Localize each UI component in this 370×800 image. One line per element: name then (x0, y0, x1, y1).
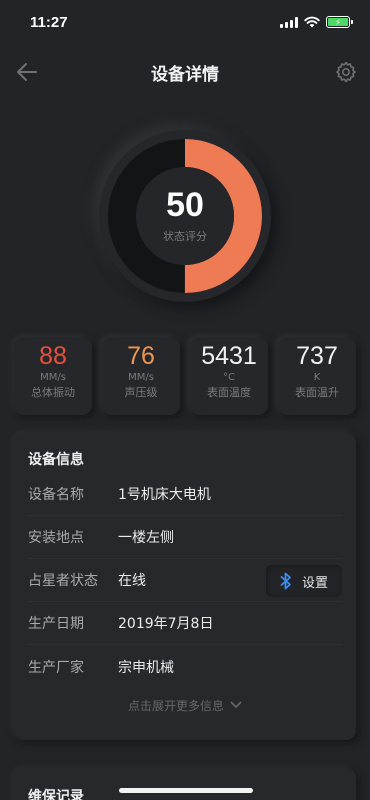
row-value: 宗申机械 (118, 659, 174, 676)
info-row-sensor-status: 占星者状态 在线 设置 (28, 559, 342, 602)
metric-value: 5431 (201, 342, 257, 370)
metric-value: 76 (127, 342, 155, 370)
status-score-gauge: 50 状态评分 (99, 130, 271, 302)
bluetooth-icon (280, 572, 291, 590)
status-icons: ⚡ (280, 16, 353, 28)
metric-vibration: 88 MM/s 总体振动 (14, 337, 92, 415)
row-value: 一楼左侧 (118, 530, 174, 546)
maintenance-record-card[interactable]: 维保记录 (14, 768, 356, 800)
chevron-down-icon (230, 701, 242, 708)
row-value: 1号机床大电机 (118, 487, 211, 503)
metrics-row: 88 MM/s 总体振动 76 MM/s 声压级 5431 °C 表面温度 73… (14, 337, 356, 415)
card-title: 设备信息 (28, 452, 84, 468)
gear-icon[interactable] (334, 60, 358, 84)
metric-label: 声压级 (124, 386, 158, 399)
metric-value: 737 (296, 342, 338, 370)
status-time: 11:27 (30, 13, 68, 31)
gauge-center: 50 状态评分 (147, 178, 223, 254)
metric-unit: K (313, 372, 321, 383)
metric-unit: MM/s (128, 372, 154, 383)
metric-label: 总体振动 (31, 386, 75, 399)
row-label: 生产厂家 (28, 659, 84, 676)
metric-unit: °C (223, 372, 235, 383)
bluetooth-button-label: 设置 (301, 575, 328, 591)
wifi-icon (304, 16, 320, 28)
metric-unit: MM/s (40, 372, 66, 383)
score-value: 50 (166, 186, 204, 224)
cellular-signal-icon (280, 16, 298, 28)
info-row-install-location: 安装地点 一楼左侧 (28, 516, 342, 559)
expand-more-info-label: 点击展开更多信息 (127, 698, 224, 713)
metric-surface-temperature: 5431 °C 表面温度 (190, 337, 268, 415)
metric-temperature-rise: 737 K 表面温升 (278, 337, 356, 415)
navigation-bar: 设备详情 (0, 52, 370, 92)
battery-charging-icon: ⚡ (326, 16, 353, 28)
row-label: 生产日期 (28, 616, 84, 632)
metric-label: 表面温度 (207, 386, 251, 399)
metric-value: 88 (39, 342, 67, 370)
score-label: 状态评分 (163, 230, 207, 243)
expand-more-info-button[interactable]: 点击展开更多信息 (28, 690, 342, 720)
info-row-device-name: 设备名称 1号机床大电机 (28, 473, 342, 516)
row-value: 2019年7月8日 (118, 616, 214, 632)
metric-label: 表面温升 (295, 386, 339, 399)
info-row-production-date: 生产日期 2019年7月8日 (28, 602, 342, 645)
page-title: 设备详情 (151, 64, 219, 85)
row-label: 安装地点 (28, 530, 84, 546)
info-row-manufacturer: 生产厂家 宗申机械 (28, 645, 342, 688)
bluetooth-settings-button[interactable]: 设置 (266, 565, 342, 597)
row-value: 在线 (118, 573, 146, 589)
home-indicator[interactable] (119, 788, 253, 793)
row-label: 设备名称 (28, 487, 84, 503)
metric-sound-pressure: 76 MM/s 声压级 (102, 337, 180, 415)
device-info-card: 设备信息 设备名称 1号机床大电机 安装地点 一楼左侧 占星者状态 在线 设置 … (14, 433, 356, 740)
status-bar: 11:27 ⚡ (0, 0, 370, 44)
back-arrow-icon[interactable] (14, 60, 40, 84)
info-rows: 设备名称 1号机床大电机 安装地点 一楼左侧 占星者状态 在线 设置 生产日期 … (28, 473, 342, 688)
row-label: 占星者状态 (28, 573, 98, 589)
